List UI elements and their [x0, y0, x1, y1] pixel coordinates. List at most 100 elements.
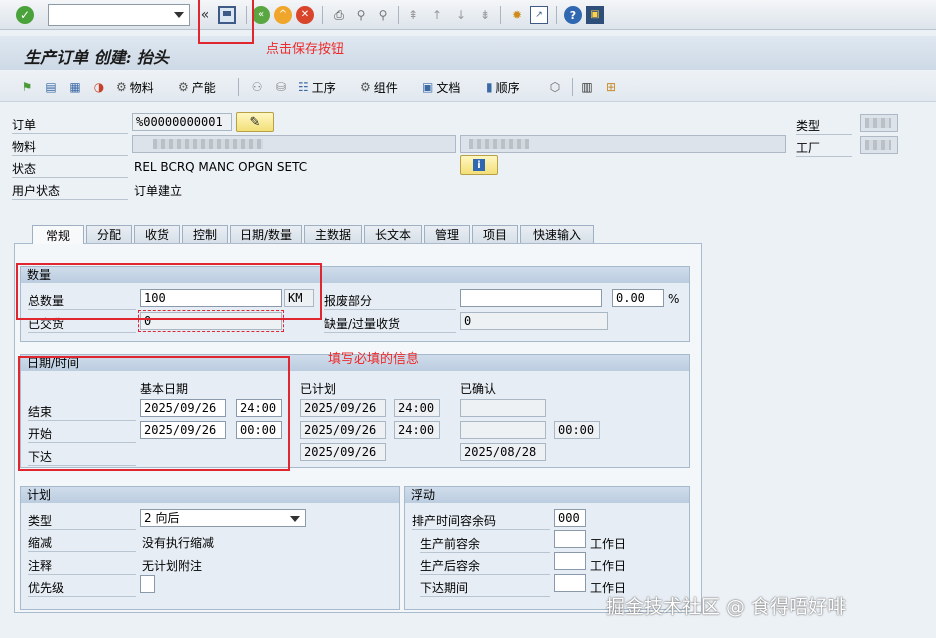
- resources-icon[interactable]: ⛁: [272, 78, 290, 96]
- status-label: 状态: [12, 160, 128, 178]
- blurred-order-type: [865, 118, 891, 128]
- components-icon: ⚙: [360, 80, 371, 94]
- shortcut-icon[interactable]: ↗: [530, 6, 548, 24]
- costs-icon[interactable]: ◑: [90, 78, 108, 96]
- release-period-label: 下达期间: [420, 579, 550, 597]
- capacity-button[interactable]: ⚙ 产能: [178, 78, 216, 96]
- sm-key-input[interactable]: 000: [554, 509, 586, 527]
- table-icon[interactable]: ▥: [578, 78, 596, 96]
- float-after-label: 生产后容余: [420, 557, 550, 575]
- release-period-input[interactable]: [554, 574, 586, 592]
- order-label: 订单: [12, 116, 128, 134]
- pencil-icon: ✎: [249, 114, 261, 130]
- tab-4[interactable]: 控制: [182, 225, 228, 243]
- blurred-material-number: [153, 139, 263, 149]
- scheduled-start-date: 2025/09/26: [300, 421, 386, 439]
- confirmed-start-time: 00:00: [554, 421, 600, 439]
- tab-1[interactable]: 常规: [32, 225, 84, 244]
- user-status-value: 订单建立: [134, 184, 183, 198]
- planning-group-title: 计划: [21, 487, 399, 503]
- fill-hint: 填写必填的信息: [328, 352, 420, 367]
- hierarchy-icon[interactable]: ⚇: [248, 78, 266, 96]
- scrap-label: 报废部分: [324, 292, 456, 310]
- structure-icon[interactable]: ⊞: [602, 78, 620, 96]
- confirmed-finish-date: [460, 399, 546, 417]
- tab-2[interactable]: 分配: [86, 225, 132, 243]
- enter-check-icon[interactable]: ✓: [16, 6, 34, 24]
- priority-label: 优先级: [28, 579, 136, 597]
- overview-icon[interactable]: ▦: [66, 78, 84, 96]
- back-icon[interactable]: «: [252, 6, 270, 24]
- exit-icon[interactable]: ^: [274, 6, 292, 24]
- float-after-input[interactable]: [554, 552, 586, 570]
- scheduling-type-select[interactable]: 2 向后: [140, 509, 306, 527]
- print-icon[interactable]: ⎙: [330, 6, 348, 24]
- priority-input[interactable]: [140, 575, 155, 593]
- scheduled-header: 已计划: [300, 382, 337, 396]
- float-group-title: 浮动: [405, 487, 689, 503]
- float-before-input[interactable]: [554, 530, 586, 548]
- tab-10[interactable]: 快速输入: [520, 225, 594, 243]
- float-before-label: 生产前容余: [420, 535, 550, 553]
- tab-7[interactable]: 长文本: [364, 225, 422, 243]
- scheduled-finish-date: 2025/09/26: [300, 399, 386, 417]
- package-icon[interactable]: ⬡: [546, 78, 564, 96]
- plant-field: [860, 136, 898, 154]
- short-over-field: 0: [460, 312, 608, 330]
- chevron-down-icon[interactable]: [174, 12, 184, 18]
- operations-button[interactable]: ☷ 工序: [298, 78, 336, 96]
- find-icon[interactable]: ⚲: [352, 6, 370, 24]
- status-info-button[interactable]: i: [460, 155, 498, 175]
- note-value: 无计划附注: [142, 559, 203, 573]
- tab-6[interactable]: 主数据: [304, 225, 362, 243]
- components-button[interactable]: ⚙ 组件: [360, 78, 398, 96]
- layout-menu-icon[interactable]: ▣: [586, 6, 604, 24]
- reduction-label: 缩减: [28, 534, 136, 552]
- order-type-field: [860, 114, 898, 132]
- edit-order-button[interactable]: ✎: [236, 112, 274, 132]
- sequence-button[interactable]: ▮ 顺序: [486, 78, 520, 96]
- display-object-icon[interactable]: ▤: [42, 78, 60, 96]
- order-field: %00000000001: [132, 113, 232, 131]
- chevron-down-icon[interactable]: [290, 516, 300, 522]
- tab-8[interactable]: 管理: [424, 225, 470, 243]
- find-next-icon[interactable]: ⚲: [374, 6, 392, 24]
- delivered-highlight-box: [138, 310, 284, 332]
- capacity-icon: ⚙: [178, 80, 189, 94]
- order-type-label: 类型: [796, 117, 852, 135]
- confirmed-release-date: 2025/08/28: [460, 443, 546, 461]
- material-label: 物料: [12, 138, 128, 156]
- tab-3[interactable]: 收货: [134, 225, 180, 243]
- first-page-icon[interactable]: ⇞: [404, 6, 422, 24]
- scheduled-release-date: 2025/09/26: [300, 443, 386, 461]
- tab-9[interactable]: 项目: [472, 225, 518, 243]
- confirmed-start-date: [460, 421, 546, 439]
- operations-icon: ☷: [298, 80, 309, 94]
- tab-5[interactable]: 日期/数量: [230, 225, 302, 243]
- scrap-percent-input[interactable]: 0.00: [612, 289, 664, 307]
- note-label: 注释: [28, 557, 136, 575]
- help-icon[interactable]: ?: [564, 6, 582, 24]
- watermark: 掘金技术社区 @ 食得唔好啡: [606, 596, 847, 618]
- flag-icon[interactable]: ⚑: [18, 78, 36, 96]
- save-highlight-box: [198, 0, 254, 44]
- documents-icon: ▣: [422, 80, 434, 94]
- material-button[interactable]: ⚙ 物料: [116, 78, 154, 96]
- last-page-icon[interactable]: ⇟: [476, 6, 494, 24]
- previous-page-icon[interactable]: ↑: [428, 6, 446, 24]
- next-page-icon[interactable]: ↓: [452, 6, 470, 24]
- percent-sign: %: [668, 292, 680, 306]
- documents-button[interactable]: ▣ 文档: [422, 78, 460, 96]
- scheduled-start-time: 24:00: [394, 421, 440, 439]
- confirmed-header: 已确认: [460, 382, 497, 396]
- user-status-label: 用户状态: [12, 182, 128, 200]
- cancel-icon[interactable]: ✕: [296, 6, 314, 24]
- plant-label: 工厂: [796, 139, 852, 157]
- new-session-icon[interactable]: ✹: [508, 6, 526, 24]
- blurred-plant: [865, 140, 891, 150]
- float-before-unit: 工作日: [590, 537, 627, 551]
- scrap-input[interactable]: [460, 289, 602, 307]
- command-field[interactable]: [48, 4, 190, 26]
- page-title: 生产订单 创建: 抬头: [24, 48, 170, 67]
- scheduling-type-label: 类型: [28, 512, 136, 530]
